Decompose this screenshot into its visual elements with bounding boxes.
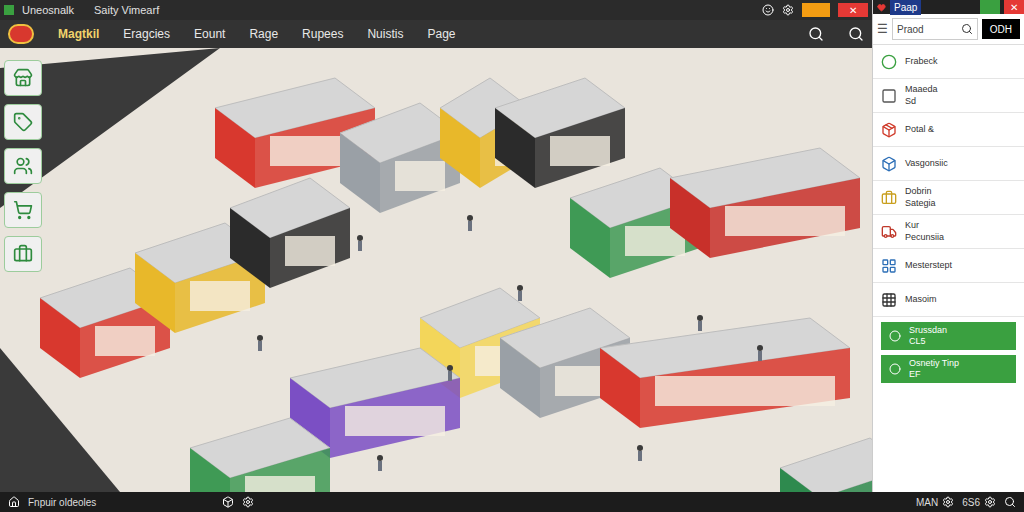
action-button[interactable]: Osnetiy TinpEF xyxy=(881,355,1016,383)
panel-green-button[interactable] xyxy=(980,0,1000,14)
tool-bar xyxy=(4,60,42,272)
home-icon[interactable] xyxy=(8,496,20,508)
item-icon xyxy=(881,258,897,274)
search-icon[interactable] xyxy=(808,26,824,42)
panel-item[interactable]: DobrinSategia xyxy=(873,181,1024,215)
panel-list: FrabeckMaaedaSdPotal &VasgonsiicDobrinSa… xyxy=(873,45,1024,383)
logo-icon xyxy=(8,24,34,44)
app: Uneosnalk Saity Vimearf ✕ Magtkil Eragcies Eo… xyxy=(0,0,1024,512)
item-icon xyxy=(881,54,897,70)
gear-icon[interactable] xyxy=(782,4,794,16)
side-panel: Paap ✕☰PraodODHFrabeckMaaedaSdPotal &Vasg… xyxy=(872,0,1024,492)
panel-item[interactable]: KurPecunsiia xyxy=(873,215,1024,249)
panel-header: Paap ✕ xyxy=(873,0,1024,14)
panel-title: Paap xyxy=(890,0,921,15)
action-icon xyxy=(889,330,901,342)
heart-icon xyxy=(877,3,886,12)
menu-item[interactable]: Rage xyxy=(249,25,278,43)
minimize-button[interactable] xyxy=(802,3,830,17)
panel-item[interactable]: Vasgonsiic xyxy=(873,147,1024,181)
close-button[interactable]: ✕ xyxy=(838,3,868,17)
tool-button[interactable] xyxy=(4,192,42,228)
search-button[interactable]: ODH xyxy=(982,19,1020,39)
tool-button[interactable] xyxy=(4,104,42,140)
window-subtitle: Saity Vimearf xyxy=(94,2,159,19)
app-icon xyxy=(4,5,14,15)
item-icon xyxy=(881,88,897,104)
scene-area xyxy=(0,48,872,492)
status-left: Fnpuir oldeoles xyxy=(28,495,96,510)
mall-scene[interactable] xyxy=(0,48,872,492)
tool-icon xyxy=(13,244,33,264)
tool-icon xyxy=(13,68,33,88)
status-item: 6S6 xyxy=(962,495,996,510)
tool-button[interactable] xyxy=(4,148,42,184)
panel-search-row: ☰PraodODH xyxy=(873,14,1024,45)
gear-icon[interactable] xyxy=(242,496,254,508)
tool-button[interactable] xyxy=(4,236,42,272)
search-icon[interactable] xyxy=(848,26,864,42)
tool-icon xyxy=(13,200,33,220)
menu-item[interactable]: Page xyxy=(427,25,455,43)
status-item: MAN xyxy=(916,495,954,510)
gear-icon[interactable] xyxy=(984,496,996,508)
menu-item[interactable]: Eount xyxy=(194,25,225,43)
title-bar: Uneosnalk Saity Vimearf ✕ xyxy=(0,0,872,20)
tool-button[interactable] xyxy=(4,60,42,96)
tool-icon xyxy=(13,112,33,132)
status-bar: Fnpuir oldeoles MAN 6S6 xyxy=(0,492,1024,512)
panel-item[interactable]: Potal & xyxy=(873,113,1024,147)
menu-bar: Magtkil Eragcies Eount Rage Rupees Nuistis Pag… xyxy=(0,20,872,48)
item-icon xyxy=(881,190,897,206)
panel-item[interactable]: Mesterstept xyxy=(873,249,1024,283)
panel-item[interactable]: MaaedaSd xyxy=(873,79,1024,113)
action-button[interactable]: SrussdanCL5 xyxy=(881,322,1016,350)
window-title: Uneosnalk xyxy=(22,2,74,19)
tool-icon xyxy=(13,156,33,176)
search-field[interactable]: Praod xyxy=(892,18,978,40)
panel-close-button[interactable]: ✕ xyxy=(1004,0,1024,14)
item-icon xyxy=(881,224,897,240)
game-column: Uneosnalk Saity Vimearf ✕ Magtkil Eragcies Eo… xyxy=(0,0,872,492)
panel-item[interactable]: Masoim xyxy=(873,283,1024,317)
menu-item[interactable]: Magtkil xyxy=(58,25,99,43)
action-icon xyxy=(889,363,901,375)
menu-item[interactable]: Nuistis xyxy=(367,25,403,43)
item-icon xyxy=(881,156,897,172)
search-icon xyxy=(961,23,973,35)
menu-item[interactable]: Rupees xyxy=(302,25,343,43)
item-icon xyxy=(881,292,897,308)
search-icon[interactable] xyxy=(1004,496,1016,508)
box-icon[interactable] xyxy=(222,496,234,508)
menu-item[interactable]: Eragcies xyxy=(123,25,170,43)
main-area: Uneosnalk Saity Vimearf ✕ Magtkil Eragcies Eo… xyxy=(0,0,1024,492)
item-icon xyxy=(881,122,897,138)
panel-item[interactable]: Frabeck xyxy=(873,45,1024,79)
gear-icon[interactable] xyxy=(942,496,954,508)
face-icon[interactable] xyxy=(762,4,774,16)
